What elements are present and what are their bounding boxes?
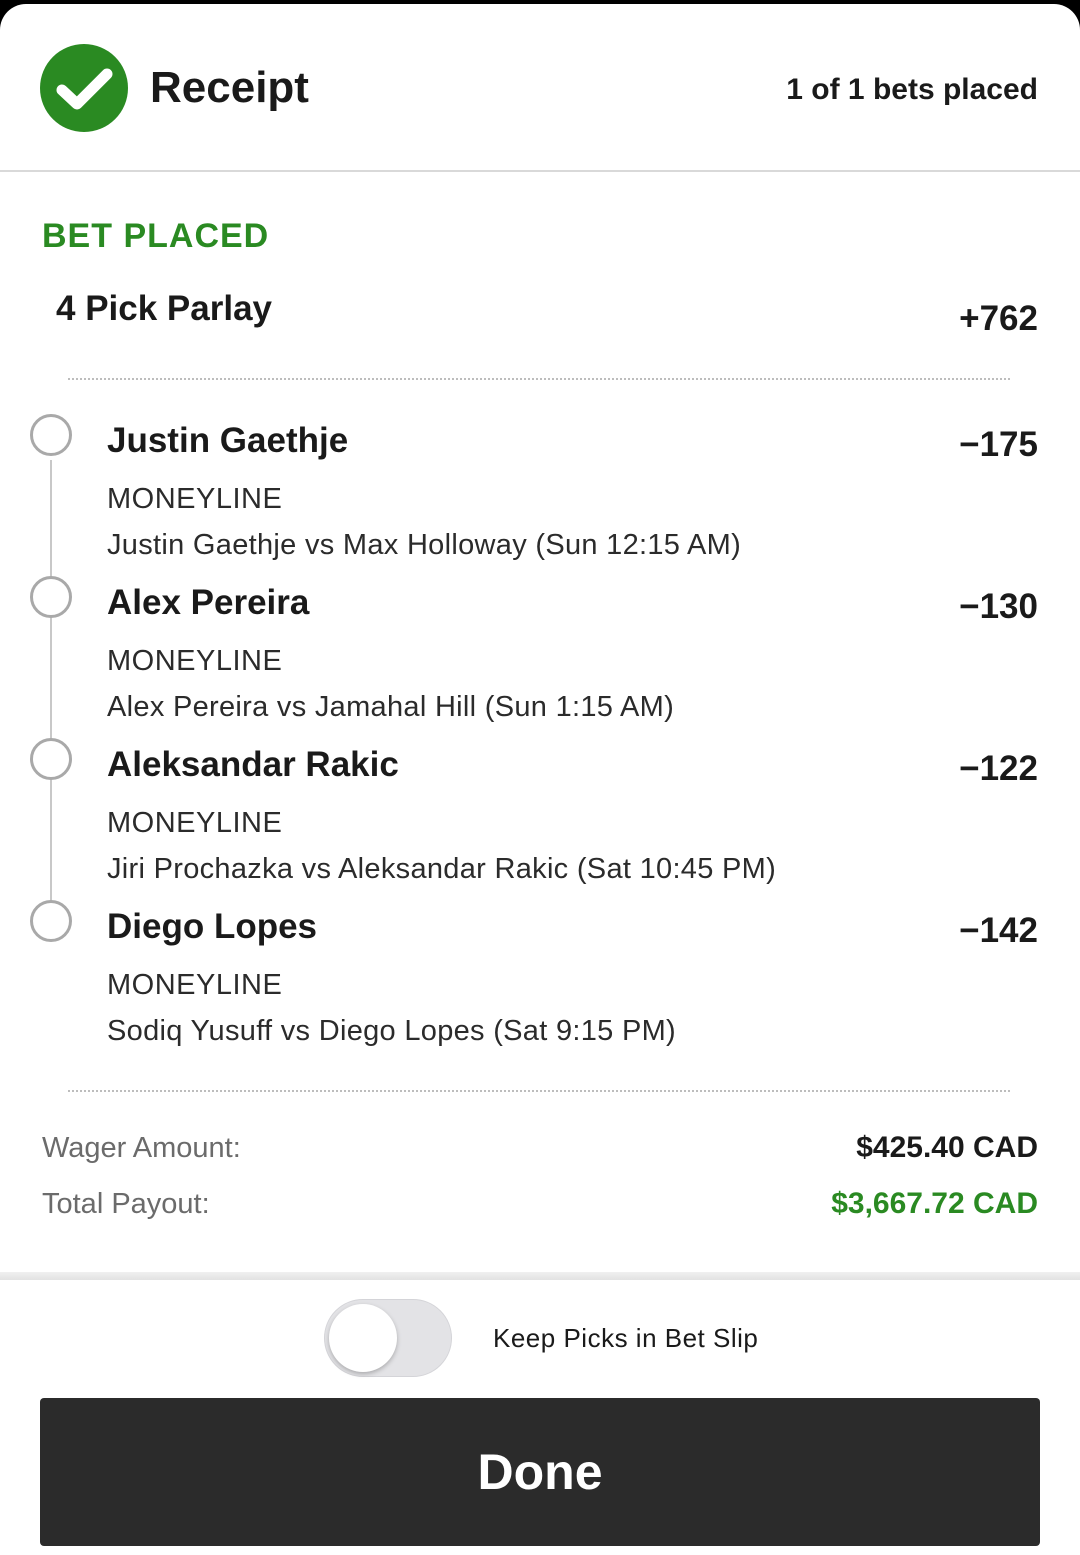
bet-status: BET PLACED bbox=[42, 217, 270, 255]
leg-matchup: Sodiq Yusuff vs Diego Lopes (Sat 9:15 PM… bbox=[107, 1015, 677, 1047]
bets-placed-count: 1 of 1 bets placed bbox=[786, 73, 1038, 106]
wager-value: $425.40 CAD bbox=[856, 1131, 1038, 1164]
leg-matchup: Justin Gaethje vs Max Holloway (Sun 12:1… bbox=[107, 529, 742, 561]
footer-separator bbox=[0, 1272, 1080, 1280]
leg-matchup: Alex Pereira vs Jamahal Hill (Sun 1:15 A… bbox=[107, 691, 675, 723]
leg-odds: −130 bbox=[959, 587, 1038, 626]
parlay-odds: +762 bbox=[959, 299, 1038, 338]
leg-market: MONEYLINE bbox=[107, 969, 283, 1001]
leg-radio-icon bbox=[30, 414, 72, 456]
divider bbox=[68, 378, 1010, 380]
payout-label: Total Payout: bbox=[42, 1188, 210, 1220]
receipt-header: Receipt 1 of 1 bets placed bbox=[0, 4, 1080, 172]
leg-market: MONEYLINE bbox=[107, 807, 283, 839]
leg-market: MONEYLINE bbox=[107, 483, 283, 515]
divider bbox=[68, 1090, 1010, 1092]
leg-selection: Diego Lopes bbox=[107, 907, 318, 946]
parlay-leg: Justin Gaethje −175 MONEYLINE Justin Gae… bbox=[0, 414, 1080, 576]
leg-odds: −175 bbox=[959, 425, 1038, 464]
leg-selection: Justin Gaethje bbox=[107, 421, 349, 460]
toggle-knob[interactable] bbox=[329, 1304, 397, 1372]
keep-picks-toggle[interactable] bbox=[324, 1299, 452, 1377]
check-circle-icon bbox=[40, 44, 128, 132]
leg-radio-icon bbox=[30, 738, 72, 780]
done-button[interactable]: Done bbox=[40, 1398, 1040, 1546]
parlay-leg: Alex Pereira −130 MONEYLINE Alex Pereira… bbox=[0, 576, 1080, 738]
leg-matchup: Jiri Prochazka vs Aleksandar Rakic (Sat … bbox=[107, 853, 777, 885]
receipt-sheet: Receipt 1 of 1 bets placed BET PLACED 4 … bbox=[0, 4, 1080, 1555]
leg-market: MONEYLINE bbox=[107, 645, 283, 677]
parlay-leg: Diego Lopes −142 MONEYLINE Sodiq Yusuff … bbox=[0, 900, 1080, 1062]
page-title: Receipt bbox=[150, 63, 309, 112]
leg-odds: −122 bbox=[959, 749, 1038, 788]
leg-odds: −142 bbox=[959, 911, 1038, 950]
leg-selection: Alex Pereira bbox=[107, 583, 310, 622]
bet-type: 4 Pick Parlay bbox=[56, 289, 272, 328]
keep-picks-label: Keep Picks in Bet Slip bbox=[493, 1323, 759, 1353]
leg-radio-icon bbox=[30, 576, 72, 618]
parlay-leg: Aleksandar Rakic −122 MONEYLINE Jiri Pro… bbox=[0, 738, 1080, 900]
leg-selection: Aleksandar Rakic bbox=[107, 745, 399, 784]
leg-radio-icon bbox=[30, 900, 72, 942]
payout-value: $3,667.72 CAD bbox=[831, 1187, 1038, 1220]
wager-label: Wager Amount: bbox=[42, 1132, 241, 1164]
